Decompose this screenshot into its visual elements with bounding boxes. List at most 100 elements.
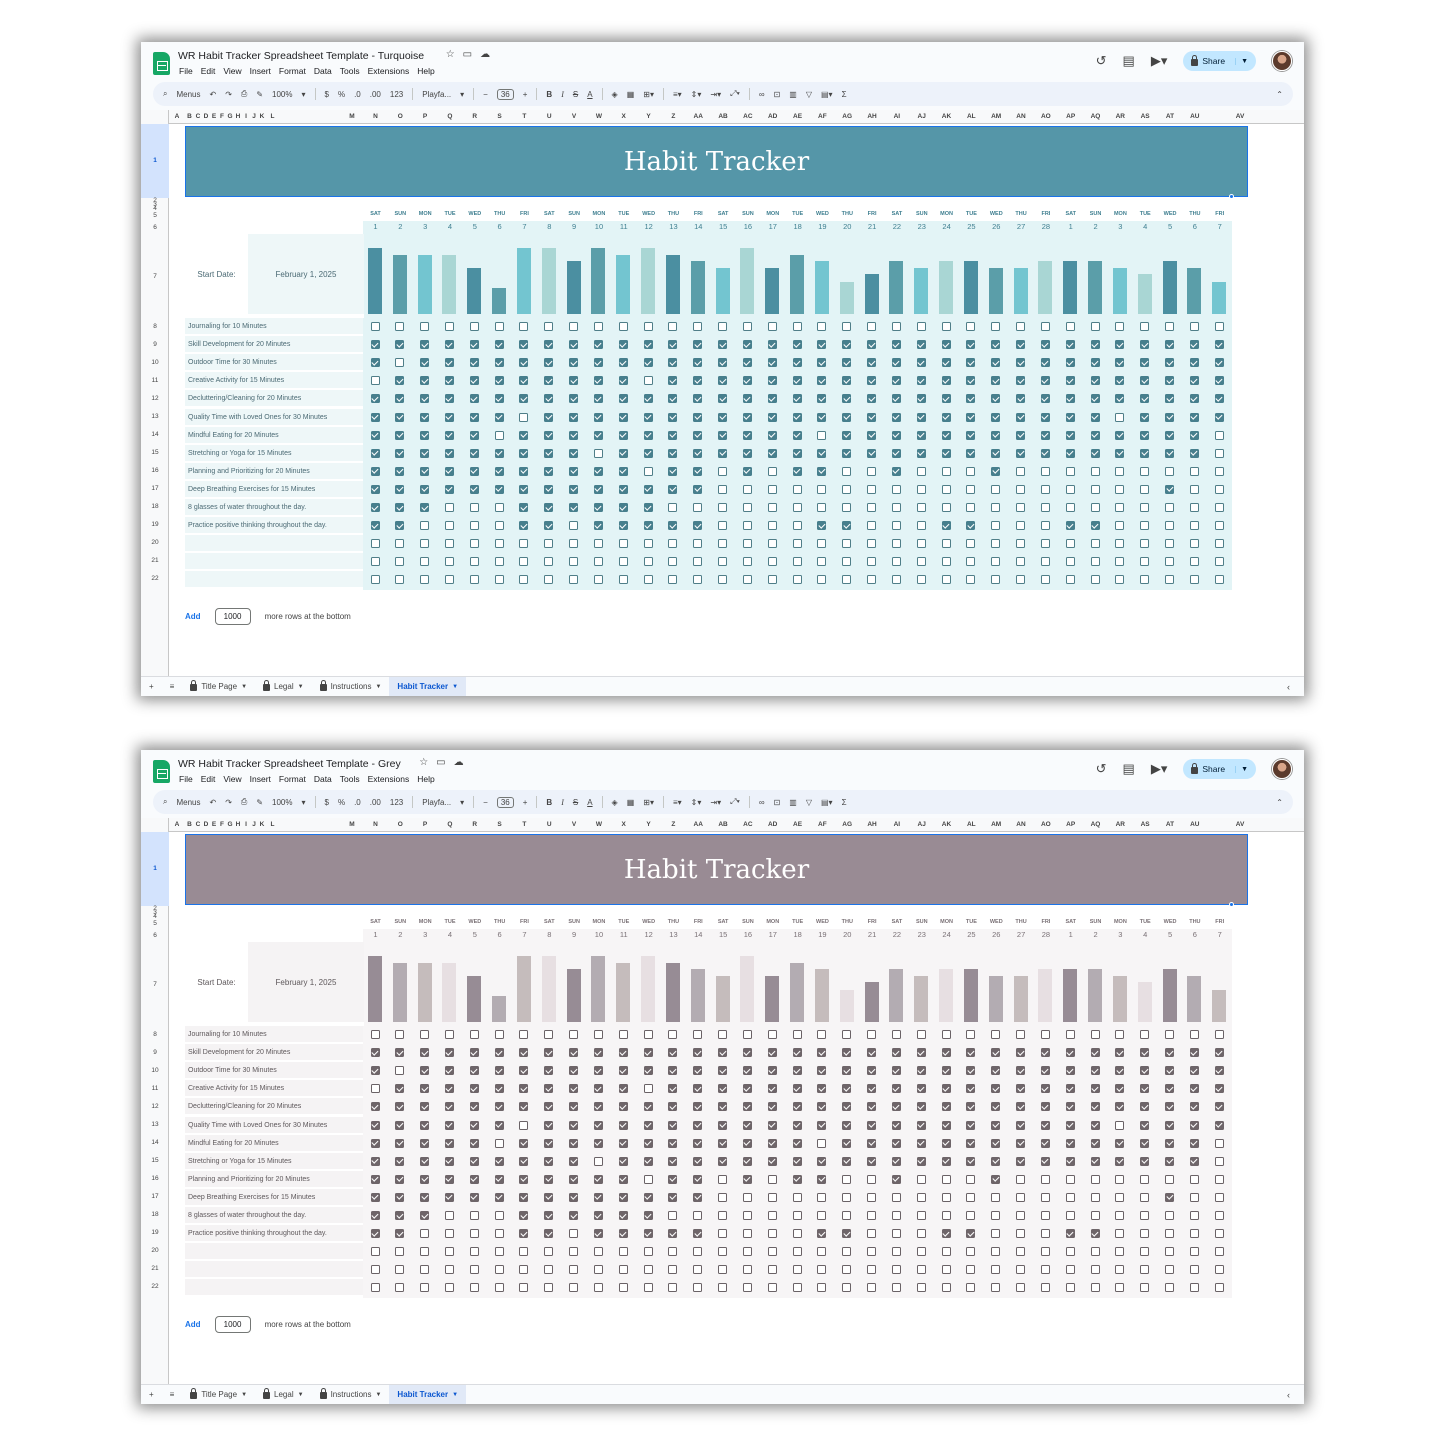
habit-checkbox-unchecked[interactable] — [693, 539, 703, 549]
habit-checkbox-unchecked[interactable] — [792, 1192, 802, 1202]
habit-checkbox-checked[interactable] — [569, 412, 579, 422]
habit-checkbox-checked[interactable] — [742, 1048, 752, 1058]
column-header-ar[interactable]: AR — [1108, 110, 1133, 124]
habit-checkbox-checked[interactable] — [991, 430, 1001, 440]
habit-checkbox-unchecked[interactable] — [991, 1265, 1001, 1275]
habit-checkbox-unchecked[interactable] — [867, 1211, 877, 1220]
habit-checkbox-unchecked[interactable] — [569, 1030, 579, 1039]
habit-checkbox-checked[interactable] — [618, 394, 628, 404]
column-header-r[interactable]: R — [462, 818, 487, 832]
habit-checkbox-unchecked[interactable] — [767, 503, 777, 512]
star-icon[interactable]: ☆ — [419, 757, 428, 768]
habit-name[interactable]: Mindful Eating for 20 Minutes — [185, 426, 363, 444]
habit-checkbox-unchecked[interactable] — [1115, 1211, 1125, 1220]
habit-checkbox-checked[interactable] — [767, 376, 777, 386]
habit-checkbox-unchecked[interactable] — [1214, 1265, 1224, 1275]
habit-checkbox-unchecked[interactable] — [668, 322, 678, 331]
habit-checkbox-checked[interactable] — [1040, 1120, 1050, 1130]
habit-checkbox-unchecked[interactable] — [916, 521, 926, 531]
habit-checkbox-checked[interactable] — [519, 1156, 529, 1166]
habit-checkbox-checked[interactable] — [1115, 1066, 1125, 1076]
habit-name[interactable]: Stretching or Yoga for 15 Minutes — [185, 444, 363, 462]
habit-checkbox-checked[interactable] — [817, 358, 827, 368]
habit-checkbox-checked[interactable] — [891, 1156, 901, 1166]
column-header-x[interactable]: X — [611, 110, 636, 124]
habit-checkbox-checked[interactable] — [1214, 376, 1224, 386]
habit-checkbox-checked[interactable] — [1140, 412, 1150, 422]
habit-checkbox-checked[interactable] — [842, 1229, 852, 1239]
habit-checkbox-unchecked[interactable] — [1165, 1265, 1175, 1275]
habit-checkbox-unchecked[interactable] — [668, 1211, 678, 1220]
habit-checkbox-checked[interactable] — [494, 1192, 504, 1202]
habit-checkbox-unchecked[interactable] — [494, 1138, 504, 1148]
move-folder-icon[interactable]: ▭ — [436, 757, 445, 768]
row-header-22[interactable]: 22 — [141, 570, 169, 588]
column-header-ah[interactable]: AH — [860, 110, 885, 124]
habit-name[interactable]: Journaling for 10 Minutes — [185, 1026, 363, 1043]
habit-checkbox-unchecked[interactable] — [693, 1247, 703, 1257]
habit-checkbox-checked[interactable] — [718, 430, 728, 440]
habit-checkbox-unchecked[interactable] — [494, 1247, 504, 1257]
print-icon[interactable]: ⎙ — [241, 797, 247, 807]
column-header-aq[interactable]: AQ — [1083, 818, 1108, 832]
habit-checkbox-unchecked[interactable] — [991, 1192, 1001, 1202]
habit-checkbox-unchecked[interactable] — [519, 539, 529, 549]
habit-checkbox-checked[interactable] — [469, 1048, 479, 1058]
habit-checkbox-checked[interactable] — [1140, 358, 1150, 368]
habit-checkbox-checked[interactable] — [842, 1084, 852, 1094]
habit-checkbox-unchecked[interactable] — [668, 503, 678, 512]
habit-checkbox-unchecked[interactable] — [742, 539, 752, 549]
habit-checkbox-unchecked[interactable] — [1165, 521, 1175, 531]
habit-checkbox-checked[interactable] — [544, 503, 554, 512]
habit-checkbox-checked[interactable] — [469, 1120, 479, 1130]
habit-checkbox-unchecked[interactable] — [1140, 557, 1150, 567]
habit-checkbox-unchecked[interactable] — [469, 1229, 479, 1239]
habit-checkbox-unchecked[interactable] — [593, 1156, 603, 1166]
habit-checkbox-checked[interactable] — [1115, 340, 1125, 350]
habit-checkbox-unchecked[interactable] — [1016, 1211, 1026, 1220]
habit-checkbox-checked[interactable] — [618, 1120, 628, 1130]
habit-checkbox-unchecked[interactable] — [767, 1283, 777, 1293]
horizontal-align-icon[interactable]: ≡▾ — [673, 798, 682, 807]
habit-checkbox-unchecked[interactable] — [817, 1265, 827, 1275]
habit-checkbox-checked[interactable] — [618, 1138, 628, 1148]
filter-icon[interactable]: ▽ — [806, 798, 812, 807]
habit-checkbox-checked[interactable] — [1040, 1102, 1050, 1112]
habit-checkbox-checked[interactable] — [718, 394, 728, 404]
habit-checkbox-checked[interactable] — [991, 448, 1001, 458]
habit-checkbox-checked[interactable] — [916, 412, 926, 422]
habit-checkbox-checked[interactable] — [370, 430, 380, 440]
habit-checkbox-checked[interactable] — [891, 340, 901, 350]
habit-checkbox-checked[interactable] — [395, 1211, 405, 1220]
habit-checkbox-unchecked[interactable] — [842, 1192, 852, 1202]
habit-checkbox-checked[interactable] — [941, 394, 951, 404]
habit-checkbox-checked[interactable] — [668, 412, 678, 422]
font-size-decrease-icon[interactable]: − — [483, 90, 488, 99]
habit-checkbox-unchecked[interactable] — [519, 1120, 529, 1130]
column-header-ae[interactable]: AE — [785, 110, 810, 124]
habit-checkbox-checked[interactable] — [569, 1120, 579, 1130]
habit-checkbox-checked[interactable] — [519, 448, 529, 458]
habit-checkbox-unchecked[interactable] — [420, 521, 430, 531]
select-all-corner[interactable] — [141, 110, 169, 124]
habit-checkbox-checked[interactable] — [867, 430, 877, 440]
sheet-tab-legal[interactable]: Legal ▼ — [255, 677, 312, 697]
habit-checkbox-unchecked[interactable] — [1016, 322, 1026, 331]
habit-name[interactable]: Planning and Prioritizing for 20 Minutes — [185, 462, 363, 480]
habit-checkbox-checked[interactable] — [569, 484, 579, 494]
filter-views-icon[interactable]: ▤▾ — [821, 798, 833, 807]
habit-checkbox-checked[interactable] — [1214, 394, 1224, 404]
column-header-u[interactable]: U — [537, 818, 562, 832]
habit-checkbox-unchecked[interactable] — [444, 1030, 454, 1039]
chevron-down-icon[interactable]: ▼ — [298, 1392, 304, 1398]
habit-checkbox-checked[interactable] — [693, 1138, 703, 1148]
habit-checkbox-unchecked[interactable] — [842, 466, 852, 476]
column-header-ao[interactable]: AO — [1033, 818, 1058, 832]
habit-checkbox-unchecked[interactable] — [891, 539, 901, 549]
habit-checkbox-unchecked[interactable] — [395, 1265, 405, 1275]
habit-checkbox-unchecked[interactable] — [1065, 1030, 1075, 1039]
habit-checkbox-checked[interactable] — [1165, 1048, 1175, 1058]
habit-checkbox-unchecked[interactable] — [395, 557, 405, 567]
habit-checkbox-unchecked[interactable] — [544, 539, 554, 549]
search-menus[interactable]: Menus — [176, 90, 200, 99]
